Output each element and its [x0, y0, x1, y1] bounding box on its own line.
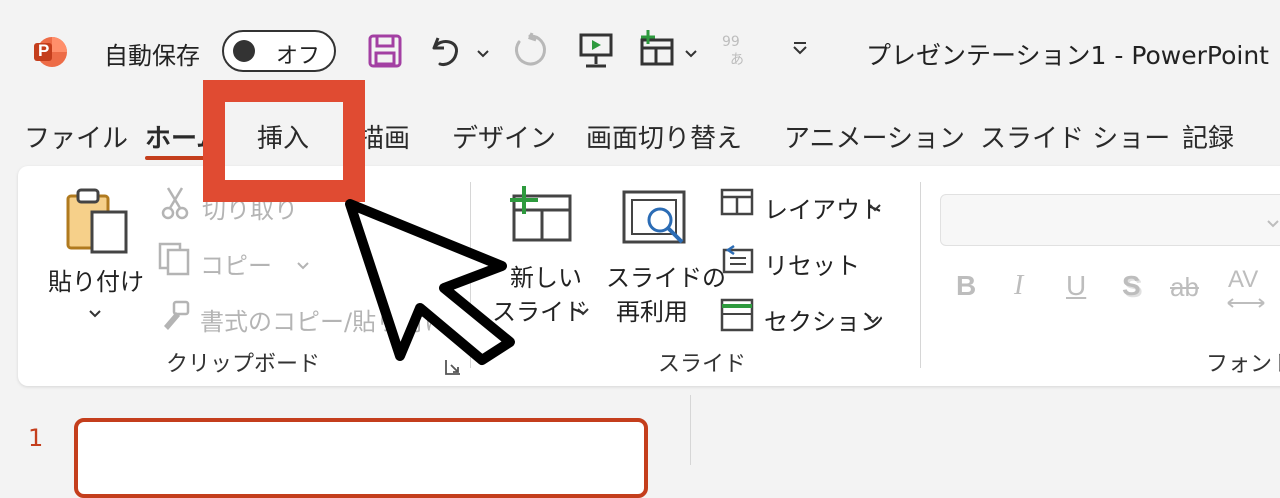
underline-button[interactable]: U — [1066, 270, 1086, 302]
undo-icon[interactable] — [426, 30, 466, 74]
copy-chevron-icon[interactable] — [296, 256, 310, 275]
tab-slideshow[interactable]: スライド ショー — [980, 118, 1170, 155]
pane-divider[interactable] — [690, 395, 691, 465]
autosave-toggle[interactable]: オフ — [222, 30, 336, 72]
new-slide-label-line1[interactable]: 新しい — [510, 258, 582, 293]
document-title: プレゼンテーション1 - PowerPoint — [866, 41, 1269, 70]
shadow-button[interactable]: S — [1122, 270, 1141, 302]
autosave-label: 自動保存 — [104, 42, 200, 70]
powerpoint-app-icon: P — [32, 34, 68, 70]
character-spacing-button[interactable]: AV — [1228, 266, 1258, 294]
bold-button[interactable]: B — [956, 270, 976, 302]
read-aloud-icon[interactable]: 99 あ — [720, 30, 760, 74]
reuse-slides-label-line2[interactable]: 再利用 — [616, 292, 688, 327]
active-tab-indicator — [145, 156, 209, 160]
section-icon[interactable] — [720, 298, 754, 336]
svg-text:99: 99 — [722, 34, 740, 50]
italic-button[interactable]: I — [1014, 270, 1023, 302]
spacing-arrows-icon — [1226, 294, 1266, 313]
copy-icon[interactable] — [158, 242, 192, 280]
tab-animations[interactable]: アニメーション — [784, 118, 965, 155]
insert-tab-highlight-box — [203, 80, 365, 202]
reuse-slides-label-line1[interactable]: スライドの — [606, 258, 726, 293]
font-name-chevron-icon[interactable] — [1266, 214, 1280, 233]
mouse-pointer-icon — [340, 196, 520, 370]
qat-new-slide-chevron-icon[interactable] — [684, 44, 698, 63]
toggle-state-label: オフ — [276, 44, 321, 69]
slides-group-label: スライド — [658, 352, 747, 377]
clipboard-group-label: クリップボード — [166, 352, 321, 377]
tab-record[interactable]: 記録 — [1182, 118, 1234, 155]
layout-chevron-icon[interactable] — [868, 198, 882, 217]
format-painter-icon[interactable] — [158, 298, 192, 336]
save-icon[interactable] — [368, 34, 402, 72]
layout-label[interactable]: レイアウト — [764, 190, 884, 225]
paste-chevron-icon[interactable] — [88, 304, 102, 323]
customize-qat-icon[interactable] — [790, 40, 810, 60]
tab-draw[interactable]: 描画 — [358, 118, 410, 155]
app-icon-letter: P — [38, 41, 50, 60]
qat-new-slide-icon[interactable] — [636, 28, 678, 74]
svg-text:あ: あ — [730, 52, 744, 68]
paste-icon[interactable] — [64, 186, 130, 260]
reuse-slides-icon[interactable] — [622, 188, 692, 256]
tab-file[interactable]: ファイル — [24, 118, 128, 155]
section-chevron-icon[interactable] — [866, 310, 880, 329]
scissors-icon[interactable] — [160, 186, 190, 224]
start-slideshow-icon[interactable] — [576, 30, 616, 74]
paste-label[interactable]: 貼り付け — [48, 262, 144, 297]
slide-thumbnail[interactable] — [74, 418, 648, 498]
reset-label[interactable]: リセット — [764, 246, 860, 281]
title-bar: P 自動保存 オフ 99 あ プレゼンテーション1 - PowerPoint — [0, 0, 1280, 100]
group-separator — [920, 182, 921, 368]
copy-label[interactable]: コピー — [200, 246, 272, 281]
reset-icon[interactable] — [720, 244, 754, 278]
font-name-combobox[interactable] — [940, 194, 1280, 246]
font-group-label: フォント — [1206, 352, 1280, 377]
undo-dropdown-chevron-icon[interactable] — [476, 44, 490, 63]
toggle-knob — [233, 40, 255, 62]
redo-icon[interactable] — [510, 30, 550, 74]
tab-design[interactable]: デザイン — [452, 118, 556, 155]
layout-icon[interactable] — [720, 188, 754, 222]
slide-number: 1 — [28, 424, 44, 452]
tab-transitions[interactable]: 画面切り替え — [586, 118, 742, 155]
strikethrough-button[interactable]: ab — [1170, 272, 1199, 303]
new-slide-chevron-icon[interactable] — [576, 302, 590, 321]
